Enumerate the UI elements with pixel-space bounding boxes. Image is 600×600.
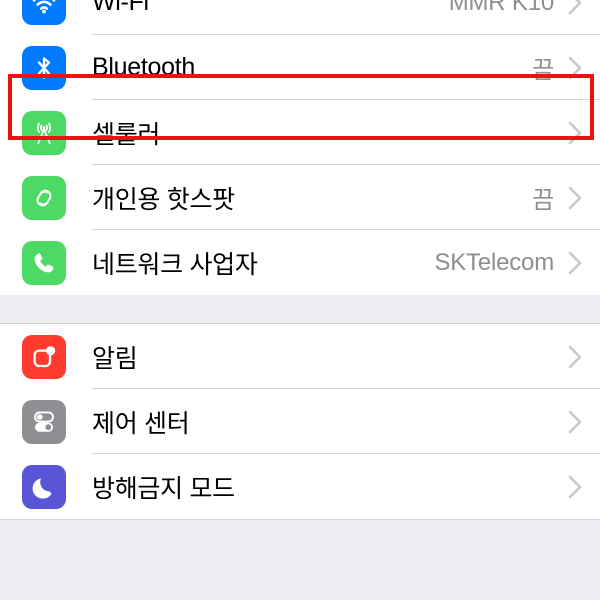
settings-row-label: 알림 (92, 339, 137, 375)
settings-row-value: 끔 (532, 180, 554, 215)
settings-row-accessory (554, 121, 582, 145)
chevron-right-icon (568, 121, 582, 145)
bluetooth-icon (22, 46, 66, 90)
moon-icon (22, 465, 66, 509)
settings-row-notifications[interactable]: 알림 (0, 324, 600, 389)
settings-row-control-center[interactable]: 제어 센터 (0, 389, 600, 454)
settings-screen: Wi-Fi MMR K10 Bluetooth 끔 (0, 0, 600, 569)
settings-row-value: SKTelecom (434, 249, 554, 277)
settings-row-accessory: 끔 (532, 180, 582, 215)
settings-group-general: 알림 제어 센터 (0, 323, 600, 520)
settings-row-value: MMR K10 (449, 0, 554, 17)
chevron-right-icon (568, 345, 582, 369)
settings-row-cellular[interactable]: 셀룰러 (0, 100, 600, 165)
chevron-right-icon (568, 186, 582, 210)
notification-badge-icon (22, 335, 66, 379)
settings-row-accessory: MMR K10 (449, 0, 582, 17)
toggles-icon (22, 400, 66, 444)
chevron-right-icon (568, 251, 582, 275)
phone-handset-icon (22, 241, 66, 285)
settings-row-value: 끔 (532, 50, 554, 85)
settings-row-carrier[interactable]: 네트워크 사업자 SKTelecom (0, 230, 600, 295)
settings-row-label: 방해금지 모드 (92, 469, 235, 505)
chevron-right-icon (568, 410, 582, 434)
settings-row-label: Wi-Fi (92, 0, 149, 17)
section-gap-bottom (0, 520, 600, 572)
settings-row-do-not-disturb[interactable]: 방해금지 모드 (0, 454, 600, 519)
settings-row-accessory (554, 410, 582, 434)
hotspot-link-icon (22, 176, 66, 220)
settings-row-accessory (554, 345, 582, 369)
settings-row-label: 네트워크 사업자 (92, 245, 258, 281)
wifi-icon (22, 0, 66, 25)
settings-row-accessory (554, 475, 582, 499)
settings-row-bluetooth[interactable]: Bluetooth 끔 (0, 35, 600, 100)
settings-row-label: 개인용 핫스팟 (92, 180, 235, 216)
chevron-right-icon (568, 0, 582, 15)
chevron-right-icon (568, 56, 582, 80)
settings-row-personal-hotspot[interactable]: 개인용 핫스팟 끔 (0, 165, 600, 230)
settings-row-label: 셀룰러 (92, 115, 160, 151)
settings-row-label: 제어 센터 (92, 404, 189, 440)
settings-row-label: Bluetooth (92, 53, 195, 82)
chevron-right-icon (568, 475, 582, 499)
settings-row-accessory: SKTelecom (434, 249, 582, 277)
settings-row-wifi[interactable]: Wi-Fi MMR K10 (0, 0, 600, 35)
settings-group-network: Wi-Fi MMR K10 Bluetooth 끔 (0, 0, 600, 271)
cell-tower-icon (22, 111, 66, 155)
settings-row-accessory: 끔 (532, 50, 582, 85)
